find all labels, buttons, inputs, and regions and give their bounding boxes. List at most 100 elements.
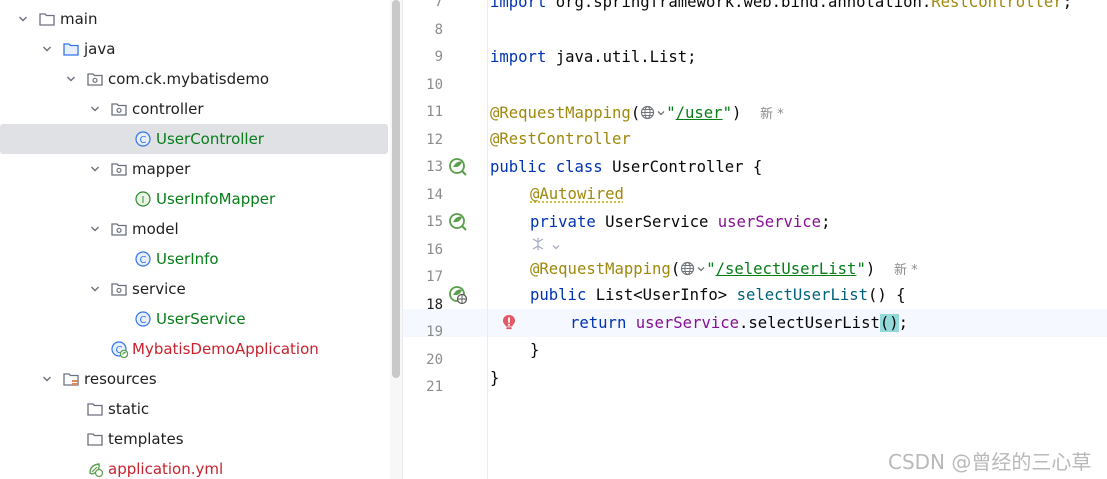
tree-item-label: mapper	[132, 160, 191, 178]
chevron-down-icon[interactable]	[64, 72, 78, 86]
code-line-15[interactable]: private UserService userService;	[530, 213, 830, 231]
class-icon: C	[134, 310, 152, 328]
project-tree-scrollbar-thumb[interactable]	[392, 0, 400, 378]
code-line-18[interactable]: return userService.selectUserList();	[570, 314, 908, 332]
line-number[interactable]: 16	[403, 242, 443, 258]
chevron-placeholder	[88, 342, 102, 356]
tree-item-label: application.yml	[108, 460, 224, 478]
chevron-down-icon[interactable]	[696, 264, 706, 274]
package-icon	[86, 70, 104, 88]
author-hint[interactable]: 新 *	[894, 263, 918, 278]
package-icon	[110, 100, 128, 118]
tree-item-model[interactable]: model	[0, 214, 388, 244]
globe-icon[interactable]	[640, 105, 656, 120]
globe-icon[interactable]	[680, 261, 696, 276]
ai-sparkle-icon[interactable]	[530, 236, 546, 252]
tree-item-mybatisdemoapplication[interactable]: C MybatisDemoApplication	[0, 334, 388, 364]
folder-icon	[86, 400, 104, 418]
code-line-9[interactable]: import java.util.List;	[490, 48, 697, 66]
author-hint[interactable]: 新 *	[760, 107, 784, 122]
chevron-down-icon[interactable]	[551, 242, 561, 252]
spring-boot-class-icon: C	[110, 340, 128, 358]
line-number[interactable]: 8	[403, 22, 443, 38]
line-number[interactable]: 12	[403, 132, 443, 148]
chevron-down-icon[interactable]	[40, 372, 54, 386]
class-icon: C	[134, 130, 152, 148]
tree-item-java[interactable]: java	[0, 34, 388, 64]
svg-text:C: C	[140, 135, 147, 146]
gutter-separator	[487, 0, 488, 479]
line-number[interactable]: 10	[403, 77, 443, 93]
chevron-down-icon[interactable]	[656, 108, 666, 118]
tree-item-label: resources	[84, 370, 157, 388]
line-number[interactable]: 7	[403, 0, 443, 10]
source-folder-icon	[62, 40, 80, 58]
package-icon	[110, 220, 128, 238]
request-mapping-globe-gutter-icon[interactable]	[447, 284, 469, 306]
tree-item-userinfo[interactable]: C UserInfo	[0, 244, 388, 274]
interface-icon: I	[134, 190, 152, 208]
resources-folder-icon	[62, 370, 80, 388]
chevron-down-icon[interactable]	[88, 102, 102, 116]
tree-item-userservice[interactable]: C UserService	[0, 304, 388, 334]
chevron-placeholder	[64, 432, 78, 446]
chevron-down-icon[interactable]	[88, 222, 102, 236]
code-line-19[interactable]: }	[530, 341, 539, 359]
folder-icon	[86, 430, 104, 448]
code-line-13[interactable]: public class UserController {	[490, 158, 762, 176]
code-line-14[interactable]: @Autowired	[530, 185, 624, 203]
chevron-down-icon[interactable]	[88, 282, 102, 296]
tree-item-label: main	[60, 10, 98, 28]
tree-item-templates[interactable]: templates	[0, 424, 388, 454]
spring-bean-gutter-icon[interactable]	[447, 156, 469, 178]
tree-item-mapper[interactable]: mapper	[0, 154, 388, 184]
tree-item-label: UserService	[156, 310, 246, 328]
brace-match-highlight: ()	[879, 314, 899, 332]
chevron-placeholder	[112, 132, 126, 146]
code-line-16[interactable]: @RequestMapping("/selectUserList") 新 *	[530, 259, 918, 278]
tree-item-resources[interactable]: resources	[0, 364, 388, 394]
project-tree: main java com.ck.mybatisdemo controller C Use…	[0, 0, 390, 479]
code-line-20[interactable]: }	[490, 369, 499, 387]
tree-item-label: java	[84, 40, 116, 58]
code-line-7[interactable]: import org.springframework.web.bind.anno…	[490, 0, 1072, 11]
chevron-down-icon[interactable]	[16, 12, 30, 26]
svg-text:C: C	[140, 315, 147, 326]
tree-item-main[interactable]: main	[0, 4, 388, 34]
tree-item-controller[interactable]: controller	[0, 94, 388, 124]
code-line-17[interactable]: public List<UserInfo> selectUserList() {	[530, 286, 906, 304]
svg-text:I: I	[142, 195, 145, 206]
line-number[interactable]: 21	[403, 379, 443, 395]
autowired-bean-gutter-icon[interactable]	[447, 211, 469, 233]
chevron-down-icon[interactable]	[40, 42, 54, 56]
line-number[interactable]: 14	[403, 187, 443, 203]
tree-item-static[interactable]: static	[0, 394, 388, 424]
line-number[interactable]: 11	[403, 104, 443, 120]
line-number[interactable]: 9	[403, 49, 443, 65]
code-vision-hint[interactable]	[530, 236, 561, 256]
line-number[interactable]: 17	[403, 269, 443, 285]
line-number[interactable]: 15	[403, 214, 443, 230]
tree-item-usercontroller[interactable]: C UserController	[0, 124, 388, 154]
tree-item-service[interactable]: service	[0, 274, 388, 304]
error-bulb-icon[interactable]	[498, 312, 520, 334]
tree-item-userinfomapper[interactable]: I UserInfoMapper	[0, 184, 388, 214]
watermark: CSDN @曾经的三心草	[888, 450, 1092, 474]
chevron-down-icon[interactable]	[88, 162, 102, 176]
folder-icon	[38, 10, 56, 28]
svg-text:C: C	[140, 255, 147, 266]
line-number[interactable]: 18	[403, 297, 443, 313]
line-number[interactable]: 19	[403, 324, 443, 340]
line-number[interactable]: 20	[403, 352, 443, 368]
package-icon	[110, 280, 128, 298]
tree-item-application-yml[interactable]: application.yml	[0, 454, 388, 479]
tree-item-label: static	[108, 400, 150, 418]
code-line-12[interactable]: @RestController	[490, 130, 631, 148]
tree-item-label: UserInfo	[156, 250, 219, 268]
line-number[interactable]: 13	[403, 159, 443, 175]
tree-item-com-ck-mybatisdemo[interactable]: com.ck.mybatisdemo	[0, 64, 388, 94]
tree-item-label: controller	[132, 100, 204, 118]
tree-item-label: UserInfoMapper	[156, 190, 276, 208]
package-icon	[110, 160, 128, 178]
code-line-11[interactable]: @RequestMapping("/user") 新 *	[490, 103, 784, 122]
